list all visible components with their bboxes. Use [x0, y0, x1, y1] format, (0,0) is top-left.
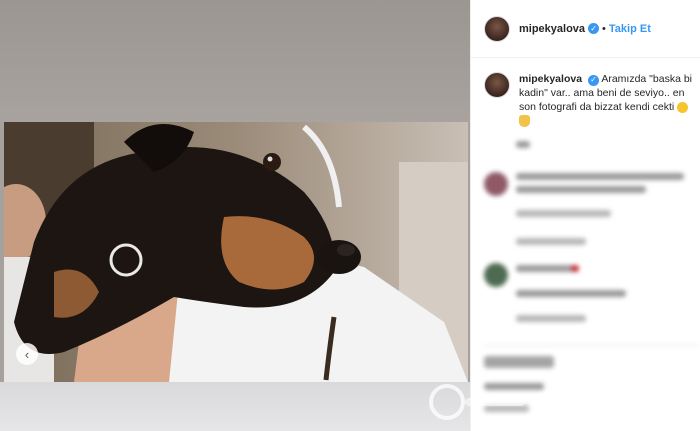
verified-badge-icon: ✓ [588, 23, 600, 34]
post-media-area[interactable]: ‹ [0, 0, 470, 431]
comment-meta-line [516, 238, 586, 245]
post-photo[interactable]: ‹ [4, 122, 468, 382]
panel-divider [484, 345, 698, 346]
action-icons-row[interactable] [484, 356, 554, 368]
author-username[interactable]: mipekyalova [519, 23, 585, 35]
caption-username[interactable]: mipekyalova [519, 73, 582, 85]
dog-photo-image [4, 122, 468, 382]
comment-item [484, 172, 508, 196]
watermark-logo [425, 378, 535, 428]
post-details-panel: mipekyalova ✓ • Takip Et mipekyalova ✓ A… [470, 0, 700, 431]
praying-hands-icon [519, 115, 530, 127]
comment-item [484, 263, 508, 287]
media-bottom-blank [0, 382, 470, 431]
comment-meta-line [516, 210, 611, 217]
comment-meta-line [516, 315, 586, 322]
comment-line [516, 186, 646, 193]
media-top-blank [0, 0, 470, 122]
post-header: mipekyalova ✓ • Takip Et [471, 0, 700, 58]
blurred-caption-meta [516, 141, 530, 148]
chevron-left-icon: ‹ [24, 346, 30, 362]
comment-line [516, 290, 626, 297]
caption-avatar[interactable] [484, 72, 510, 98]
comment-avatar[interactable] [484, 172, 508, 196]
post-caption: mipekyalova ✓ Aramızda "baska bi kadin" … [484, 72, 694, 127]
instagram-post-view: ‹ mipekyalova ✓ • Takip Et mipekyalova ✓… [0, 0, 700, 431]
verified-badge-icon: ✓ [587, 74, 599, 86]
comment-line [516, 173, 684, 180]
watermark-icon [429, 384, 525, 420]
caption-body: mipekyalova ✓ Aramızda "baska bi kadin" … [519, 72, 694, 127]
header-separator: • [602, 22, 606, 35]
follow-button[interactable]: Takip Et [609, 23, 651, 35]
comment-line [571, 265, 579, 272]
carousel-prev-button[interactable]: ‹ [16, 343, 38, 365]
comment-avatar[interactable] [484, 263, 508, 287]
author-avatar[interactable] [484, 15, 510, 42]
comment-line [516, 265, 574, 272]
smiling-face-icon [677, 101, 689, 113]
